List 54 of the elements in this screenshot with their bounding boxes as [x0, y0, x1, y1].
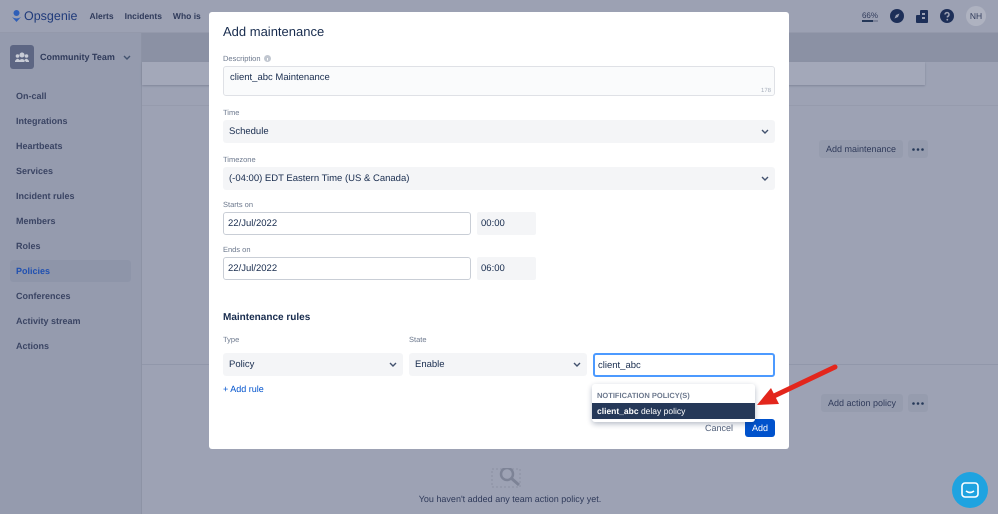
empty-state-text: You haven't added any team action policy yet.: [418, 494, 602, 504]
sidebar-item[interactable]: Heartbeats: [10, 135, 131, 157]
sidebar-item[interactable]: Integrations: [10, 110, 131, 132]
usage-text: 66%: [862, 10, 878, 20]
dropdown-option[interactable]: client_abc delay policy: [592, 403, 755, 419]
building-icon[interactable]: [916, 10, 928, 22]
state-select[interactable]: Enable: [409, 353, 587, 376]
chevron-down-icon: [123, 54, 131, 60]
timezone-select[interactable]: (-04:00) EDT Eastern Time (US & Canada): [223, 167, 775, 190]
sidebar-item[interactable]: On-call: [10, 85, 131, 107]
time-select[interactable]: Schedule: [223, 120, 775, 143]
dialog-title: Add maintenance: [223, 24, 326, 40]
date-field[interactable]: 22/Jul/2022: [223, 257, 471, 280]
sidebar-item[interactable]: Policies: [10, 260, 131, 282]
sidebar-item[interactable]: Members: [10, 210, 131, 232]
add-maintenance-button[interactable]: Add maintenance: [818, 140, 903, 158]
section-heading: Maintenance rules: [223, 312, 312, 323]
add-button[interactable]: Add: [744, 419, 775, 437]
info-icon: [264, 55, 271, 62]
chevron-down-icon: [761, 129, 769, 134]
sidebar-item[interactable]: Services: [10, 160, 131, 182]
chevron-down-icon: [761, 176, 769, 181]
cancel-button[interactable]: Cancel: [696, 419, 741, 437]
user-avatar[interactable]: NH: [966, 6, 986, 26]
chevron-down-icon: [389, 362, 397, 367]
logo-text: Opsgenie: [24, 9, 78, 23]
sidebar-item[interactable]: Roles: [10, 235, 131, 257]
chat-button[interactable]: [952, 472, 988, 508]
help-icon[interactable]: [940, 9, 954, 23]
add-action-policy-button[interactable]: Add action policy: [820, 394, 903, 412]
sidebar-item[interactable]: Incident rules: [10, 185, 131, 207]
compass-icon[interactable]: [890, 9, 904, 23]
date-field[interactable]: 22/Jul/2022: [223, 212, 471, 235]
sidebar-item[interactable]: Conferences: [10, 285, 131, 307]
team-icon: [15, 52, 29, 62]
chat-icon: [961, 482, 979, 498]
time-field[interactable]: 06:00: [477, 257, 536, 280]
type-select[interactable]: Policy: [223, 353, 403, 376]
team-selector[interactable]: Community Team: [10, 45, 131, 69]
sidebar-item[interactable]: Actions: [10, 335, 131, 357]
sidebar-item[interactable]: Activity stream: [10, 310, 131, 332]
add-rule-link[interactable]: + Add rule: [223, 384, 264, 394]
nav-link[interactable]: Who is: [172, 11, 201, 21]
more-icon: [912, 402, 924, 404]
logo-icon: [12, 10, 21, 22]
more-button[interactable]: [908, 394, 928, 412]
nav-link[interactable]: Alerts: [90, 11, 114, 21]
more-icon: [912, 148, 924, 150]
chevron-down-icon: [573, 362, 581, 367]
app-logo[interactable]: Opsgenie: [12, 9, 78, 23]
policy-search-field[interactable]: client_abc: [593, 353, 775, 377]
nav-link[interactable]: Incidents: [124, 11, 162, 21]
more-button[interactable]: [908, 140, 928, 158]
time-field[interactable]: 00:00: [477, 212, 536, 235]
